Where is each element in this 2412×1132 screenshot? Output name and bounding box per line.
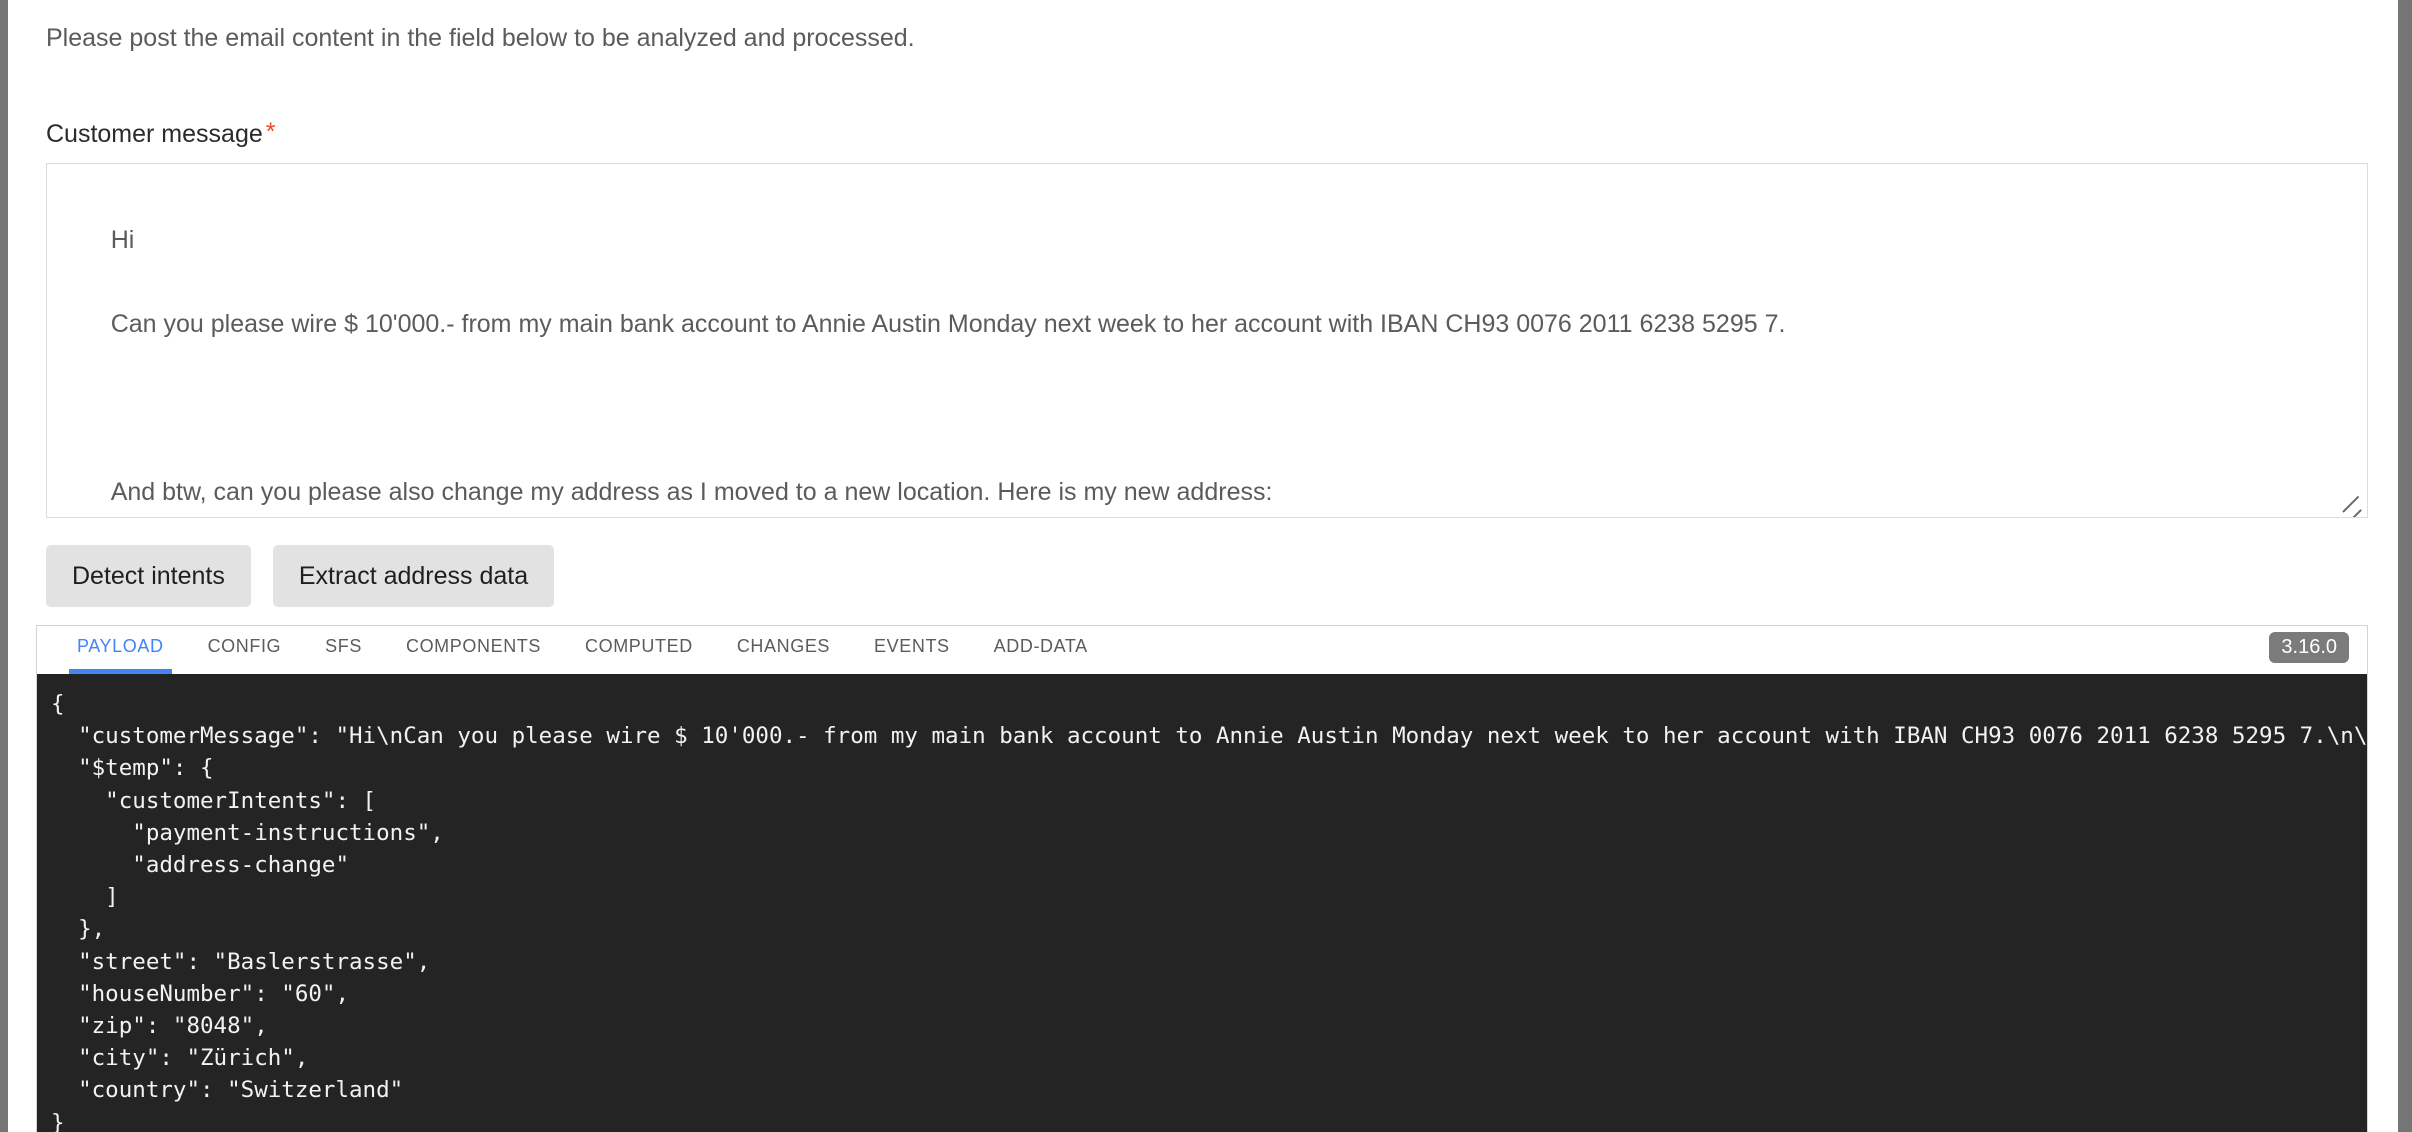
- tab-changes[interactable]: CHANGES: [715, 626, 852, 674]
- customer-message-value[interactable]: Hi Can you please wire $ 10'000.- from m…: [69, 177, 2357, 517]
- tab-components[interactable]: COMPONENTS: [384, 626, 563, 674]
- payload-json-viewer[interactable]: { "customerMessage": "Hi\nCan you please…: [37, 674, 2367, 1132]
- tab-events-label: EVENTS: [874, 636, 950, 656]
- tab-config-label: CONFIG: [207, 636, 282, 656]
- action-button-row: Detect intents Extract address data: [46, 545, 555, 607]
- required-asterisk-icon: *: [265, 118, 276, 146]
- tab-add-data-label: ADD-DATA: [993, 636, 1088, 656]
- intro-instruction-text: Please post the email content in the fie…: [46, 24, 915, 52]
- version-badge: 3.16.0: [2269, 632, 2349, 663]
- tab-payload[interactable]: PAYLOAD: [55, 626, 186, 674]
- debug-panel-tabbar: PAYLOAD CONFIG SFS COMPONENTS COMPUTED C…: [37, 626, 2367, 674]
- message-line-1: Hi: [110, 226, 135, 254]
- extract-address-data-button[interactable]: Extract address data: [272, 545, 555, 607]
- tab-add-data[interactable]: ADD-DATA: [972, 626, 1110, 674]
- message-line-2: Can you please wire $ 10'000.- from my m…: [110, 310, 1786, 338]
- customer-message-textarea[interactable]: Hi Can you please wire $ 10'000.- from m…: [46, 163, 2368, 518]
- tab-sfs[interactable]: SFS: [303, 626, 384, 674]
- tab-changes-label: CHANGES: [736, 636, 831, 656]
- tab-config[interactable]: CONFIG: [186, 626, 304, 674]
- window-gutter-left: [0, 0, 8, 1132]
- page-root: Please post the email content in the fie…: [8, 0, 2398, 1132]
- customer-message-label-text: Customer message: [46, 120, 263, 148]
- tab-events[interactable]: EVENTS: [852, 626, 972, 674]
- message-line-4: And btw, can you please also change my a…: [110, 478, 1273, 506]
- tab-payload-label: PAYLOAD: [77, 636, 164, 656]
- customer-message-label: Customer message *: [46, 120, 275, 149]
- detect-intents-button[interactable]: Detect intents: [46, 545, 251, 607]
- tab-components-label: COMPONENTS: [405, 636, 541, 656]
- debug-panel: PAYLOAD CONFIG SFS COMPONENTS COMPUTED C…: [36, 625, 2368, 1132]
- textarea-resize-handle[interactable]: [2342, 493, 2365, 517]
- tab-computed[interactable]: COMPUTED: [563, 626, 715, 674]
- tab-sfs-label: SFS: [325, 636, 362, 656]
- tab-computed-label: COMPUTED: [585, 636, 693, 656]
- window-scrollbar-right[interactable]: [2398, 0, 2412, 1132]
